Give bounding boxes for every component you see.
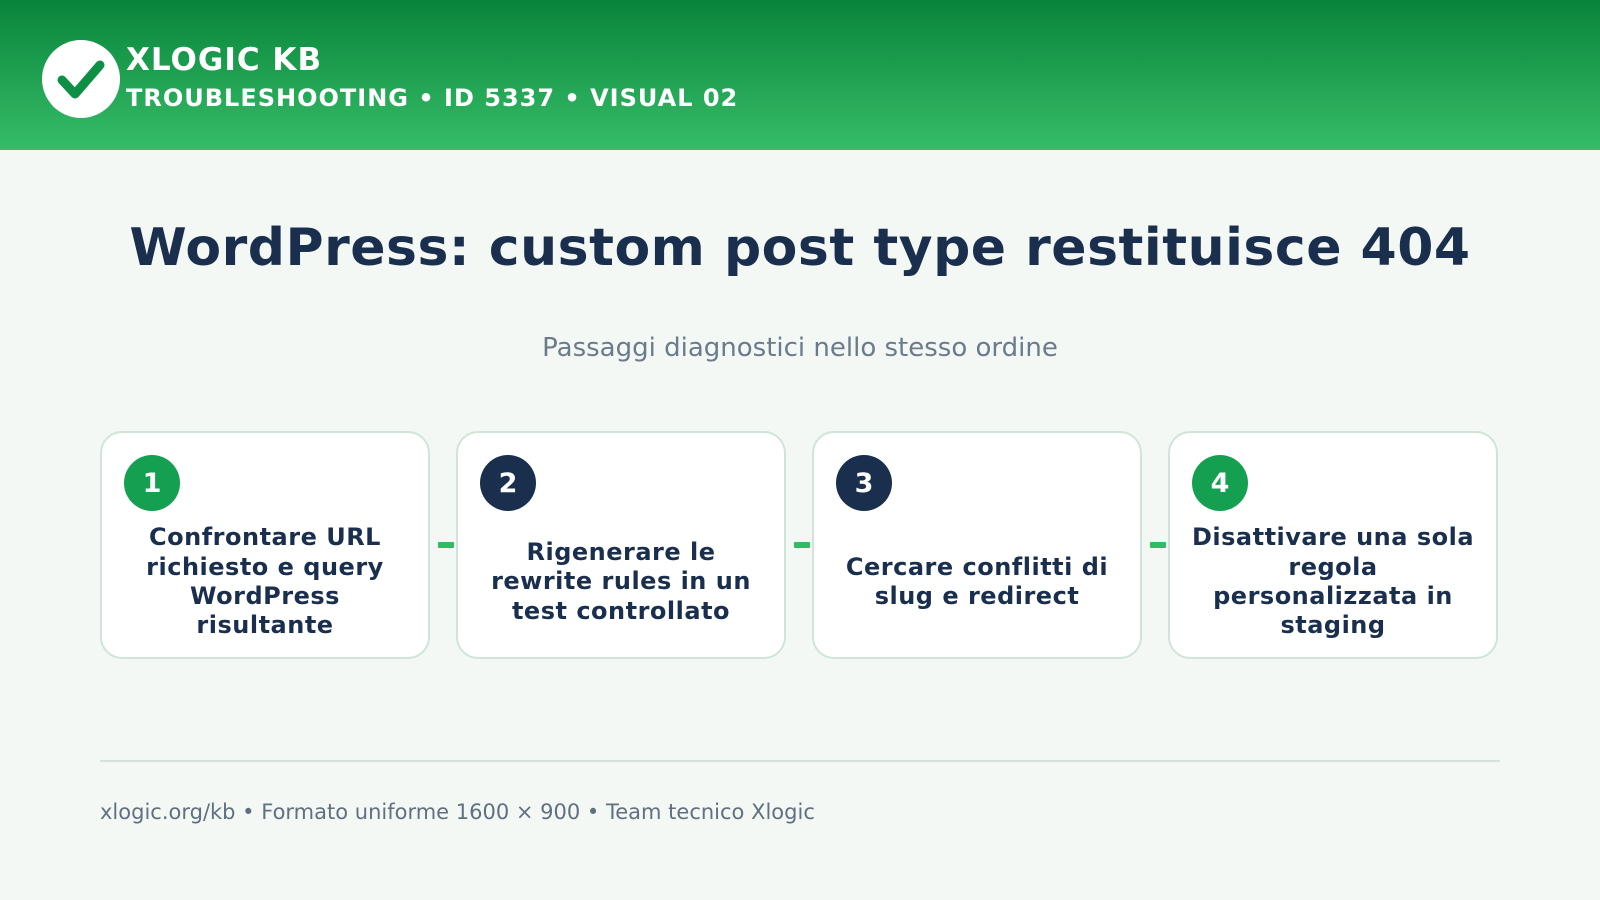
- logo: [42, 40, 120, 118]
- step-card-1: 1 Confrontare URL richiesto e query Word…: [100, 431, 430, 659]
- step-card-4: 4 Disattivare una sola regola personaliz…: [1168, 431, 1498, 659]
- checkmark-icon: [57, 60, 105, 99]
- step-text: Disattivare una sola regola personalizza…: [1191, 523, 1475, 640]
- header-subtitle: TROUBLESHOOTING • ID 5337 • VISUAL 02: [126, 84, 739, 112]
- step-connector: [794, 542, 810, 548]
- step-text: Confrontare URL richiesto e query WordPr…: [146, 523, 384, 640]
- step-text: Cercare conflitti di slug e redirect: [845, 552, 1109, 610]
- step-number-badge: 3: [836, 455, 892, 511]
- step-number-badge: 4: [1192, 455, 1248, 511]
- step-number-badge: 1: [124, 455, 180, 511]
- step-connector: [1150, 542, 1166, 548]
- brand-name: XLOGIC KB: [126, 42, 323, 78]
- step-text: Rigenerare le rewrite rules in un test c…: [491, 538, 751, 625]
- footer-divider: [100, 760, 1500, 762]
- page-subtitle: Passaggi diagnostici nello stesso ordine: [542, 333, 1058, 363]
- step-number-badge: 2: [480, 455, 536, 511]
- header-banner: XLOGIC KB TROUBLESHOOTING • ID 5337 • VI…: [0, 0, 1600, 150]
- steps-flow: 1 Confrontare URL richiesto e query Word…: [100, 431, 1500, 659]
- step-card-3: 3 Cercare conflitti di slug e redirect: [812, 431, 1142, 659]
- footer-text: xlogic.org/kb • Formato uniforme 1600 × …: [100, 800, 815, 824]
- step-connector: [438, 542, 454, 548]
- page-title: WordPress: custom post type restituisce …: [129, 218, 1471, 278]
- step-card-2: 2 Rigenerare le rewrite rules in un test…: [456, 431, 786, 659]
